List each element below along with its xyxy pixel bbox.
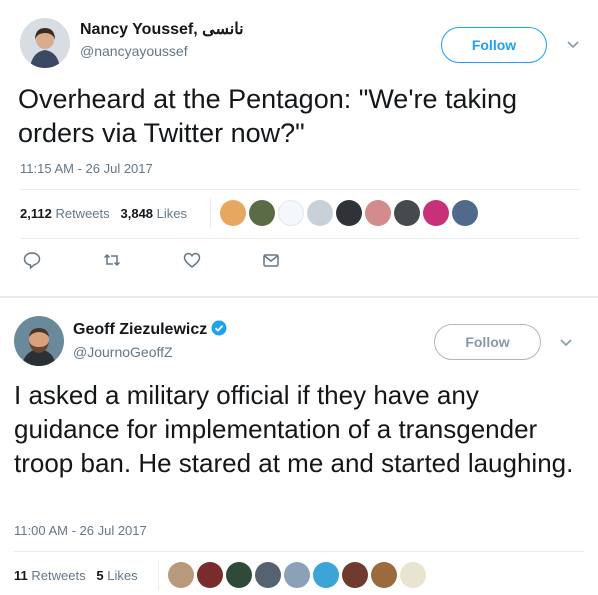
likes-stat[interactable]: 5 Likes (96, 568, 137, 583)
liker-avatar[interactable] (423, 200, 449, 226)
likes-count: 3,848 (120, 206, 154, 221)
author-handle[interactable]: @JournoGeoffZ (73, 344, 173, 360)
timestamp[interactable]: 11:15 AM - 26 Jul 2017 (20, 161, 153, 176)
tweet-nancy: Nancy Youssef, نانسى @nancyayoussef Foll… (0, 0, 598, 296)
chevron-down-icon[interactable] (559, 337, 573, 347)
likes-label: Likes (156, 206, 188, 221)
timestamp[interactable]: 11:00 AM - 26 Jul 2017 (14, 523, 147, 538)
likes-count: 5 (96, 568, 104, 583)
divider (20, 238, 580, 239)
liker-avatar[interactable] (284, 562, 310, 588)
author-handle[interactable]: @nancyayoussef (80, 43, 188, 59)
author-name[interactable]: Geoff Ziezulewicz (73, 320, 227, 339)
engagement-stats: 2,112 Retweets 3,848 Likes (20, 206, 187, 221)
liker-avatar[interactable] (220, 200, 246, 226)
tweet-text: Overheard at the Pentagon: "We're taking… (18, 84, 518, 148)
liker-avatar[interactable] (400, 562, 426, 588)
liker-avatar[interactable] (452, 200, 478, 226)
author-name-text: Geoff Ziezulewicz (73, 321, 208, 338)
liker-avatar[interactable] (278, 200, 304, 226)
author-name[interactable]: Nancy Youssef, نانسى (80, 19, 244, 39)
retweets-count: 11 (14, 568, 28, 583)
liker-avatars (220, 200, 480, 226)
liker-avatar[interactable] (307, 200, 333, 226)
liker-avatar[interactable] (365, 200, 391, 226)
like-icon[interactable] (183, 251, 201, 269)
liker-avatar[interactable] (226, 562, 252, 588)
liker-avatar[interactable] (168, 562, 194, 588)
divider (14, 551, 584, 552)
liker-avatar[interactable] (342, 562, 368, 588)
divider (20, 189, 580, 190)
liker-avatar[interactable] (371, 562, 397, 588)
tweet-geoff: Geoff Ziezulewicz @JournoGeoffZ Follow I… (0, 298, 598, 595)
tweet-text: I asked a military official if they have… (14, 380, 574, 478)
likes-stat[interactable]: 3,848 Likes (121, 206, 188, 221)
stats-divider (210, 198, 211, 228)
liker-avatar[interactable] (249, 200, 275, 226)
likes-label: Likes (107, 568, 138, 583)
retweets-stat[interactable]: 11 Retweets (14, 568, 86, 583)
retweets-label: Retweets (55, 206, 110, 221)
avatar-nancy[interactable] (20, 18, 70, 68)
liker-avatar[interactable] (394, 200, 420, 226)
avatar-geoff[interactable] (14, 316, 64, 366)
follow-button[interactable]: Follow (434, 324, 541, 360)
liker-avatar[interactable] (197, 562, 223, 588)
retweets-stat[interactable]: 2,112 Retweets (20, 206, 110, 221)
follow-button[interactable]: Follow (441, 27, 547, 63)
retweets-label: Retweets (31, 568, 86, 583)
liker-avatar[interactable] (313, 562, 339, 588)
liker-avatars (168, 562, 428, 588)
reply-icon[interactable] (23, 251, 41, 269)
stats-divider (158, 560, 159, 590)
verified-badge-icon (211, 320, 227, 336)
liker-avatar[interactable] (336, 200, 362, 226)
direct-message-icon[interactable] (262, 251, 280, 269)
liker-avatar[interactable] (255, 562, 281, 588)
chevron-down-icon[interactable] (566, 39, 580, 49)
retweet-icon[interactable] (103, 251, 121, 269)
engagement-stats: 11 Retweets 5 Likes (14, 568, 138, 583)
retweets-count: 2,112 (20, 206, 52, 221)
